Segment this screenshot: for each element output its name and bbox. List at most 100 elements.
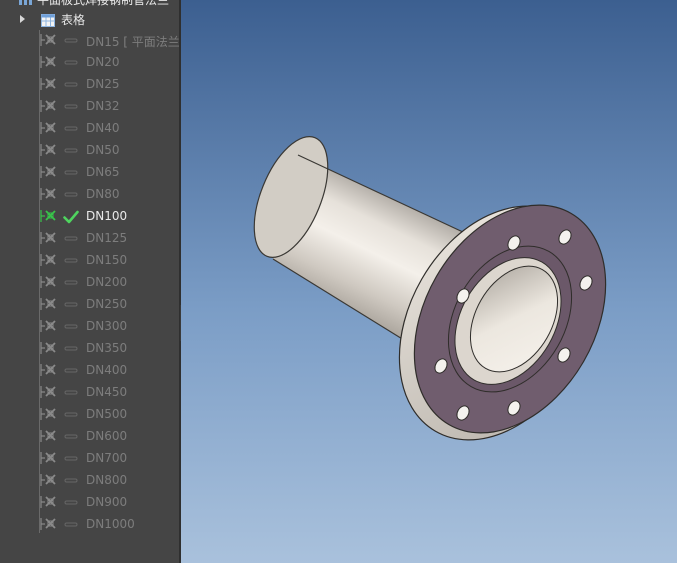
configuration-item[interactable]: DN50 — [0, 139, 180, 161]
configuration-label: DN32 — [86, 99, 120, 113]
configuration-label: DN400 — [86, 363, 128, 377]
configuration-icon — [40, 252, 58, 272]
configuration-label: DN900 — [86, 495, 128, 509]
configuration-icon — [40, 362, 58, 382]
configuration-item[interactable]: DN150 — [0, 249, 180, 271]
inactive-state-icon — [63, 187, 79, 206]
inactive-state-icon — [63, 319, 79, 338]
tables-folder-label: 表格 — [61, 13, 86, 27]
tree-root-label: 平面板式焊接钢制管法兰 — [37, 0, 170, 7]
tree-root-item[interactable]: 平面板式焊接钢制管法兰 — [0, 0, 180, 9]
configuration-item[interactable]: DN15 [ 平面法兰 — [0, 29, 180, 51]
configuration-tree: 平面板式焊接钢制管法兰 表格 DN15 [ 平面法兰 DN20 DN25 DN32 DN… — [0, 0, 180, 563]
inactive-state-icon — [63, 495, 79, 514]
configuration-item[interactable]: DN350 — [0, 337, 180, 359]
configuration-label: DN40 — [86, 121, 120, 135]
configuration-label: DN500 — [86, 407, 128, 421]
inactive-state-icon — [63, 33, 79, 52]
configuration-label: DN20 — [86, 55, 120, 69]
inactive-state-icon — [63, 231, 79, 250]
tables-folder[interactable]: 表格 — [0, 9, 180, 29]
configuration-item[interactable]: DN900 — [0, 491, 180, 513]
configuration-icon — [40, 76, 58, 96]
checkmark-icon — [63, 209, 79, 228]
configuration-label: DN65 — [86, 165, 120, 179]
configuration-item[interactable]: DN80 — [0, 183, 180, 205]
configuration-label: DN600 — [86, 429, 128, 443]
inactive-state-icon — [63, 165, 79, 184]
inactive-state-icon — [63, 385, 79, 404]
configuration-icon — [40, 274, 58, 294]
configuration-label: DN450 — [86, 385, 128, 399]
configuration-icon — [40, 340, 58, 360]
configuration-item[interactable]: DN600 — [0, 425, 180, 447]
configuration-label: DN80 — [86, 187, 120, 201]
configuration-icon — [40, 296, 58, 316]
configuration-label: DN50 — [86, 143, 120, 157]
expand-arrow-icon[interactable] — [20, 15, 25, 23]
inactive-state-icon — [63, 517, 79, 536]
configuration-item[interactable]: DN250 — [0, 293, 180, 315]
configuration-icon — [40, 428, 58, 448]
configuration-item[interactable]: DN500 — [0, 403, 180, 425]
configuration-label: DN1000 — [86, 517, 135, 531]
configuration-item[interactable]: DN700 — [0, 447, 180, 469]
configuration-item[interactable]: DN200 — [0, 271, 180, 293]
configuration-label: DN350 — [86, 341, 128, 355]
configuration-item[interactable]: DN125 — [0, 227, 180, 249]
configuration-item[interactable]: DN100 — [0, 205, 180, 227]
configuration-item[interactable]: DN400 — [0, 359, 180, 381]
configuration-icon — [40, 54, 58, 74]
configuration-item[interactable]: DN25 — [0, 73, 180, 95]
inactive-state-icon — [63, 253, 79, 272]
graphics-viewport[interactable] — [181, 0, 677, 563]
inactive-state-icon — [63, 429, 79, 448]
configuration-item[interactable]: DN300 — [0, 315, 180, 337]
configuration-icon — [40, 98, 58, 118]
configuration-icon — [40, 230, 58, 250]
configuration-icon — [40, 318, 58, 338]
configuration-icon — [40, 164, 58, 184]
configuration-item[interactable]: DN40 — [0, 117, 180, 139]
inactive-state-icon — [63, 55, 79, 74]
configuration-label: DN200 — [86, 275, 128, 289]
flange-model — [253, 136, 607, 441]
configuration-label: DN800 — [86, 473, 128, 487]
configuration-icon — [40, 186, 58, 206]
configuration-item[interactable]: DN20 — [0, 51, 180, 73]
configuration-label: DN700 — [86, 451, 128, 465]
configuration-icon — [40, 384, 58, 404]
configuration-item[interactable]: DN65 — [0, 161, 180, 183]
inactive-state-icon — [63, 451, 79, 470]
configuration-item[interactable]: DN32 — [0, 95, 180, 117]
configuration-icon — [40, 32, 58, 52]
inactive-state-icon — [63, 341, 79, 360]
configuration-label: DN125 — [86, 231, 128, 245]
configuration-icon — [40, 406, 58, 426]
inactive-state-icon — [63, 275, 79, 294]
configuration-item[interactable]: DN800 — [0, 469, 180, 491]
configuration-icon — [40, 142, 58, 162]
inactive-state-icon — [63, 99, 79, 118]
inactive-state-icon — [63, 77, 79, 96]
inactive-state-icon — [63, 363, 79, 382]
configuration-item[interactable]: DN450 — [0, 381, 180, 403]
inactive-state-icon — [63, 473, 79, 492]
configuration-item[interactable]: DN1000 — [0, 513, 180, 535]
configuration-label: DN15 [ 平面法兰 — [86, 35, 180, 49]
configuration-label: DN150 — [86, 253, 128, 267]
configuration-label: DN250 — [86, 297, 128, 311]
inactive-state-icon — [63, 407, 79, 426]
configuration-icon — [40, 208, 58, 228]
configuration-icon — [40, 120, 58, 140]
inactive-state-icon — [63, 297, 79, 316]
configuration-icon — [40, 494, 58, 514]
configuration-icon — [40, 516, 58, 536]
configuration-label: DN100 — [86, 209, 128, 223]
inactive-state-icon — [63, 121, 79, 140]
configuration-label: DN300 — [86, 319, 128, 333]
configuration-icon — [40, 472, 58, 492]
configuration-label: DN25 — [86, 77, 120, 91]
inactive-state-icon — [63, 143, 79, 162]
configuration-icon — [40, 450, 58, 470]
